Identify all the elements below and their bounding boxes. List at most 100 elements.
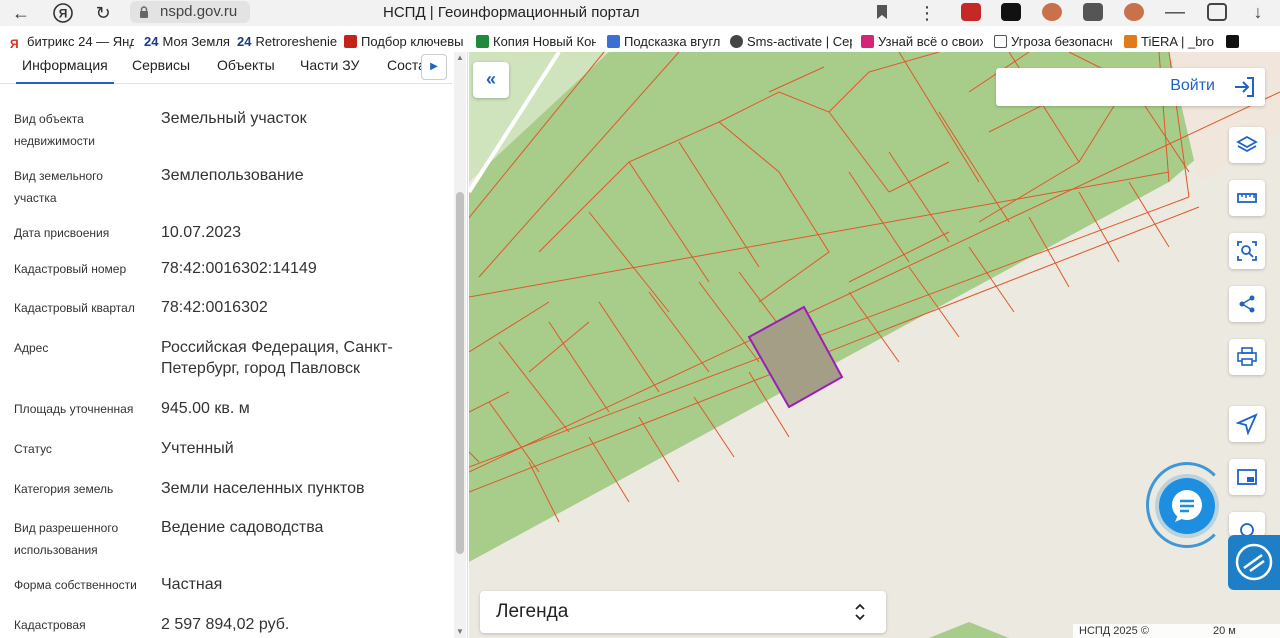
sheets-icon [476,35,489,48]
tab-services[interactable]: Сервисы [132,56,190,74]
property-key: Кадастровый номер [14,262,127,276]
extension-mail-icon[interactable] [961,3,981,21]
layers-button[interactable] [1229,127,1265,163]
property-key: Статус [14,442,52,456]
bookmark-item[interactable]: Узнай всё о своих [861,33,983,51]
map-drawing [469,52,1280,638]
bookmark-icon[interactable] [876,4,888,20]
property-key: Адрес [14,341,49,355]
copyright-text: НСПД 2025 © [1079,625,1149,637]
bitrix-icon: Я [10,38,23,51]
extension-tabs-icon[interactable] [1001,3,1021,21]
extension-avatar2-icon[interactable] [1124,3,1144,21]
feedback-tab[interactable] [1228,535,1280,590]
print-icon [1237,347,1257,366]
bookmark-item[interactable]: TiERA | _bro [1124,33,1218,51]
chevron-up-down-icon [855,603,865,621]
bookmark-item[interactable]: Подсказка вгугл [607,33,721,51]
legend-panel[interactable]: Легенда [480,591,886,633]
navigation-icon [1236,413,1258,435]
svg-text:Я: Я [59,7,68,21]
extension-avatar-icon[interactable] [1042,3,1062,21]
bookmark-item[interactable]: Угроза безопасно [994,33,1112,51]
ruler-icon [1237,193,1257,203]
share-button[interactable] [1229,286,1265,322]
url-text: nspd.gov.ru [160,3,238,20]
property-value: Российская Федерация, Санкт-Петербург, г… [161,339,393,377]
login-label: Войти [1170,77,1215,94]
download-icon[interactable]: ↓ [1248,3,1268,21]
collapse-panel-button[interactable]: « [473,62,509,98]
property-value: Частная [161,576,223,593]
map-canvas[interactable] [469,52,1280,638]
feedback-icon [1235,543,1273,581]
reload-icon[interactable]: ↻ [92,2,114,24]
lock-icon [140,6,148,18]
back-icon[interactable]: ← [10,2,32,24]
property-key: Площадь уточненная [14,402,134,416]
property-key: Категория земель [14,482,114,496]
info-tabs: Информация Сервисы Объекты Части ЗУ Сост… [0,52,452,84]
chat-bubble-icon [1172,490,1202,522]
yandex-icon[interactable]: Я [52,2,74,24]
scroll-up-icon[interactable]: ▲ [456,54,464,62]
search-icon [607,35,620,48]
login-button[interactable]: Войти [996,68,1265,106]
minimize-icon[interactable]: — [1165,2,1185,22]
tab-information[interactable]: Информация [16,56,114,84]
tab-objects[interactable]: Объекты [217,56,275,74]
ruler-button[interactable] [1229,180,1265,216]
chat-button[interactable] [1159,478,1215,534]
bookmark-item[interactable]: Подбор ключевы [344,33,464,51]
picture-in-picture-icon [1237,469,1257,485]
map-pin-button[interactable] [1229,512,1265,537]
property-key: Вид земельного участка [14,169,103,205]
property-key: Кадастровый квартал [14,301,135,315]
area-select-button[interactable] [1229,233,1265,269]
document-icon [994,35,1007,48]
panel-scrollbar[interactable]: ▲ ▼ [454,52,466,638]
scroll-down-icon[interactable]: ▼ [456,628,464,636]
property-key: Дата присвоения [14,226,110,240]
bookmark-item[interactable]: 24 Retroreshenie [237,33,337,51]
property-value: 10.07.2023 [161,224,242,241]
address-bar[interactable]: nspd.gov.ru [130,1,250,23]
chevron-right-icon: ▶ [430,61,438,72]
bookmark-item[interactable]: 24 Моя Земля [144,33,232,51]
heart-icon [861,35,874,48]
locate-button[interactable] [1229,406,1265,442]
print-button[interactable] [1229,339,1265,375]
bookmark-item[interactable]: Sms-activate | Сер [730,33,852,51]
s-logo-icon [344,35,357,48]
extensions-puzzle-icon[interactable] [1207,3,1227,21]
property-value: 945.00 кв. м [161,400,250,417]
bookmark-item[interactable] [1226,33,1242,51]
property-value: 78:42:0016302:14149 [161,260,317,277]
property-key: Вид объекта недвижимости [14,112,95,148]
extension-code-icon[interactable] [1083,3,1103,21]
tab-land-parts[interactable]: Части ЗУ [300,56,359,74]
scale-label: 20 м [1213,625,1236,637]
info-panel: Информация Сервисы Объекты Части ЗУ Сост… [0,52,468,638]
tabs-next-button[interactable]: ▶ [421,54,447,80]
bookmark-item[interactable]: Копия Новый Кон [476,33,596,51]
property-key: Кадастровая [14,618,86,632]
property-value: Землепользование [161,167,304,184]
legend-label: Легенда [496,601,569,622]
bookmark-logo-icon [1226,35,1239,48]
minimap-button[interactable] [1229,459,1265,495]
bookmark-item[interactable]: Ябитрикс 24 — Янд [10,33,134,51]
layers-icon [1236,135,1258,153]
tiera-icon [1124,35,1137,48]
scroll-thumb[interactable] [456,192,464,554]
property-value: 78:42:0016302 [161,299,268,316]
menu-icon[interactable]: ⋮ [918,2,936,24]
double-chevron-left-icon: « [485,69,496,89]
property-value: Земли населенных пунктов [161,480,365,497]
share-icon [1239,295,1255,313]
property-key: Форма собственности [14,578,137,592]
browser-toolbar: ← Я ↻ nspd.gov.ru НСПД | Геоинформационн… [0,0,1280,26]
area-select-icon [1237,241,1257,261]
login-arrow-icon [1235,77,1254,97]
property-value: Ведение садоводства [161,519,324,536]
